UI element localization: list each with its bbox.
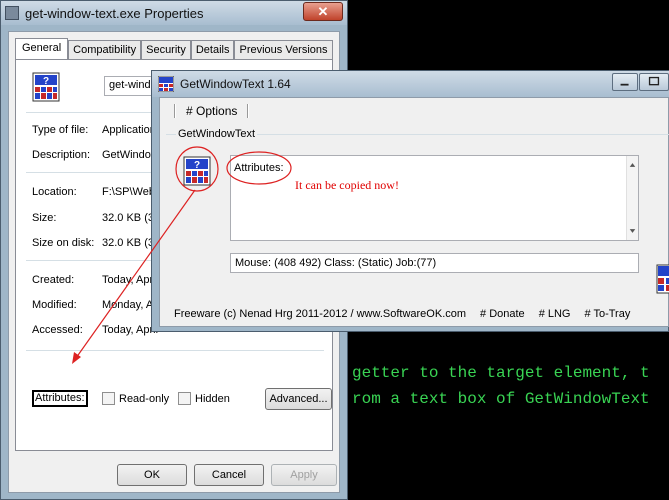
captured-text-area[interactable]: Attributes: It can be copied now! — [230, 155, 639, 241]
apply-button[interactable]: Apply — [271, 464, 337, 486]
tab-security[interactable]: Security — [141, 40, 191, 60]
window-title: get-window-text.exe Properties — [25, 6, 204, 21]
accessed-label: Accessed: — [32, 324, 83, 336]
readonly-label: Read-only — [119, 392, 170, 405]
gwt-app-icon — [158, 76, 174, 92]
hidden-checkbox[interactable]: Hidden — [178, 392, 230, 405]
checkbox-box[interactable] — [102, 392, 115, 405]
tab-previous-versions[interactable]: Previous Versions — [234, 40, 333, 60]
getwindowtext-window: GetWindowText 1.64 # Options GetWindowTe… — [151, 70, 669, 332]
close-button[interactable]: ✕ — [303, 2, 343, 21]
finder-tool-icon[interactable]: ? — [183, 156, 211, 186]
hidden-label: Hidden — [195, 392, 230, 405]
totray-link[interactable]: # To-Tray — [584, 308, 630, 320]
svg-text:?: ? — [43, 76, 49, 87]
tab-compatibility[interactable]: Compatibility — [68, 40, 142, 60]
program-icon: ? — [32, 72, 60, 102]
console-line: rom a text box of GetWindowText — [352, 390, 650, 408]
divider — [26, 350, 324, 351]
minimize-button[interactable] — [612, 73, 638, 91]
type-of-file-label: Type of file: — [32, 124, 89, 136]
console-output: getter to the target element, t rom a te… — [340, 360, 669, 420]
footer-bar: Freeware (c) Nenad Hrg 2011-2012 / www.S… — [174, 308, 630, 320]
lng-link[interactable]: # LNG — [539, 308, 571, 320]
created-value: Today, April — [102, 274, 159, 286]
svg-text:?: ? — [194, 160, 200, 171]
maximize-button[interactable] — [639, 73, 669, 91]
gwt-titlebar[interactable]: GetWindowText 1.64 — [152, 71, 669, 97]
menu-options[interactable]: # Options — [186, 104, 237, 118]
app-icon — [5, 6, 19, 20]
accessed-value: Today, April — [102, 324, 159, 336]
menu-bar: # Options — [174, 102, 250, 120]
tab-general[interactable]: General — [15, 38, 69, 60]
tab-details[interactable]: Details — [190, 40, 235, 60]
location-label: Location: — [32, 186, 77, 198]
created-label: Created: — [32, 274, 75, 286]
size-on-disk-label: Size on disk: — [32, 237, 95, 249]
ok-button[interactable]: OK — [117, 464, 187, 486]
tab-strip: General Compatibility Security Details P… — [15, 38, 333, 60]
size-label: Size: — [32, 212, 57, 224]
gwt-window-title: GetWindowText 1.64 — [180, 77, 291, 91]
donate-link[interactable]: # Donate — [480, 308, 525, 320]
modified-label: Modified: — [32, 299, 77, 311]
description-label: Description: — [32, 149, 91, 161]
toolbar-grip — [247, 104, 250, 118]
freeware-text: Freeware (c) Nenad Hrg 2011-2012 / www.S… — [174, 308, 467, 320]
captured-text: Attributes: — [234, 162, 284, 174]
location-value: F:\SP\Web\ — [102, 186, 159, 198]
gwt-client: # Options GetWindowText ? Attributes: It… — [159, 97, 669, 327]
annotation-text: It can be copied now! — [295, 178, 399, 192]
readonly-checkbox[interactable]: Read-only — [102, 392, 169, 405]
text-scrollbar[interactable] — [626, 156, 638, 240]
checkbox-box[interactable] — [178, 392, 191, 405]
group-label: GetWindowText — [176, 128, 258, 140]
toolbar-grip — [174, 104, 176, 118]
minimize-icon — [620, 83, 629, 86]
mouse-status-field[interactable]: Mouse: (408 492) Class: (Static) Job:(77… — [230, 253, 639, 273]
maximize-icon — [648, 76, 660, 86]
attributes-label: Attributes: — [32, 390, 88, 407]
cancel-button[interactable]: Cancel — [194, 464, 264, 486]
properties-titlebar[interactable]: get-window-text.exe Properties ✕ — [1, 1, 347, 25]
advanced-button[interactable]: Advanced... — [265, 388, 332, 410]
scroll-arrows-icon — [629, 163, 636, 233]
side-app-icon — [656, 264, 669, 294]
console-line: getter to the target element, t — [352, 364, 650, 382]
